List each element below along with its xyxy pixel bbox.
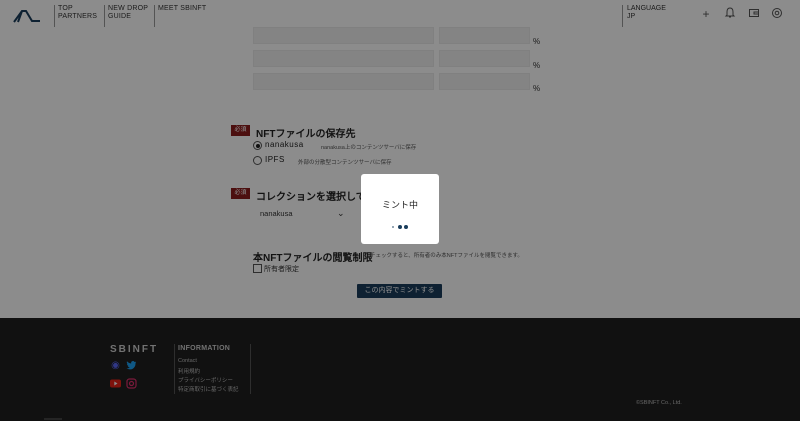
loading-dot-icon [398, 225, 402, 229]
loading-dot-icon [392, 226, 394, 228]
loading-dot-icon [404, 225, 408, 229]
minting-modal: ミント中 [361, 174, 439, 244]
modal-title: ミント中 [381, 200, 418, 210]
